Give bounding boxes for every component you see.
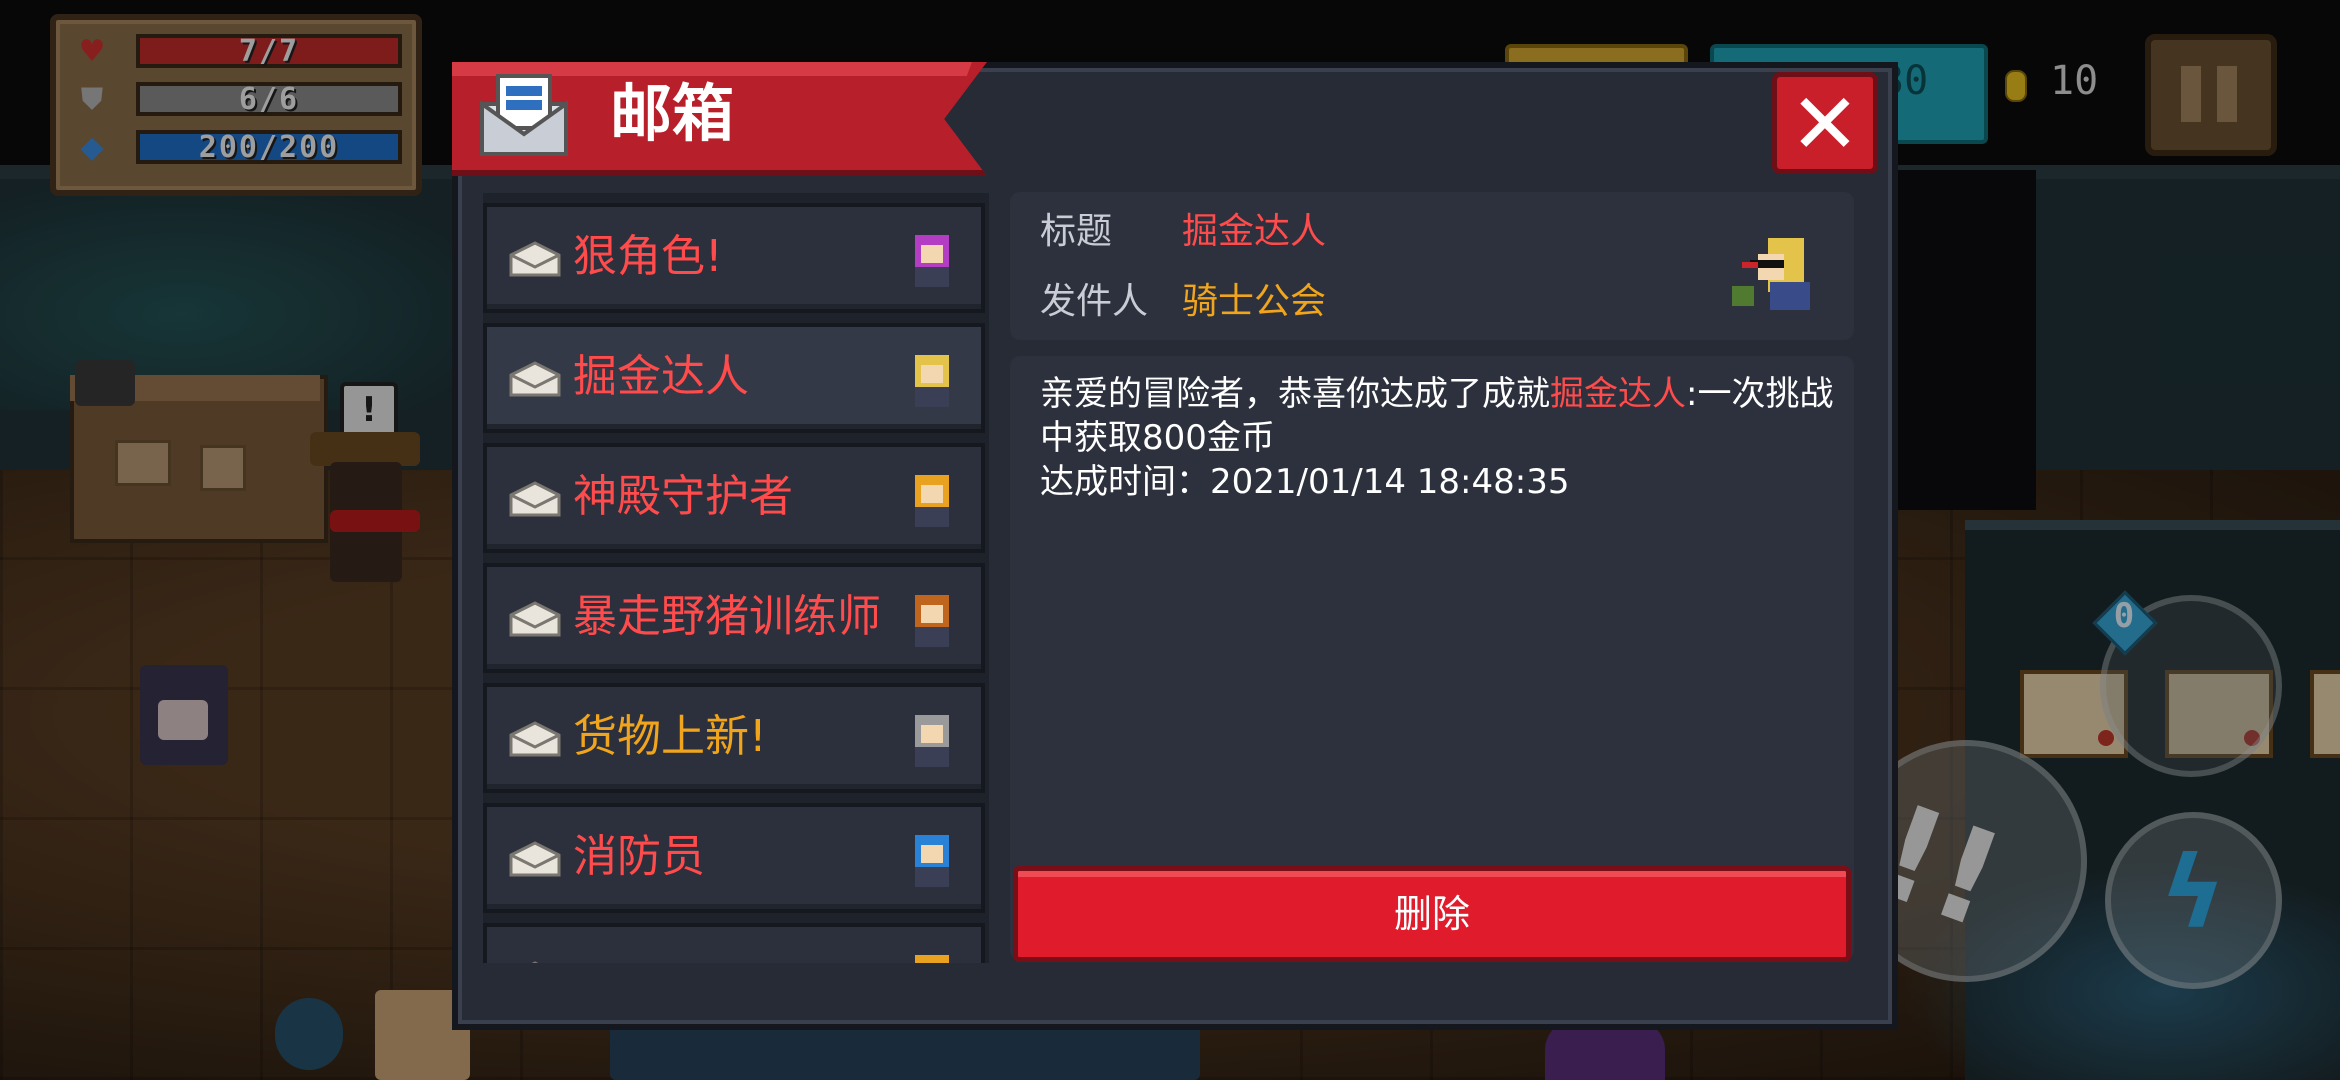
opened-envelope-icon [509, 481, 561, 517]
achievement-avatar-icon [915, 475, 949, 527]
mail-title: 消防员 [573, 831, 705, 882]
opened-envelope-icon [509, 241, 561, 277]
mail-list-item[interactable] [483, 923, 985, 963]
mail-list-item[interactable]: 掘金达人 [483, 323, 985, 433]
opened-envelope-icon [509, 841, 561, 877]
mail-title: 货物上新! [573, 711, 767, 762]
mail-list[interactable]: 狠角色! 掘金达人神殿守护者暴走野猪训练师 货物上新! 消防员 [483, 193, 989, 963]
delete-button[interactable]: 删除 [1013, 866, 1851, 962]
mail-body: 亲爱的冒险者，恭喜你达成了成就掘金达人:一次挑战中获取800金币 达成时间：20… [1040, 372, 1840, 504]
achievement-avatar-icon [915, 955, 949, 963]
achieved-time: 达成时间：2021/01/14 18:48:35 [1040, 462, 1570, 502]
sender-label: 发件人 [1040, 281, 1149, 322]
achievement-avatar-icon [915, 835, 949, 887]
subject-label: 标题 [1040, 211, 1113, 252]
body-achievement: 掘金达人 [1550, 374, 1686, 414]
achievement-avatar-icon [915, 235, 949, 287]
mail-icon [480, 74, 568, 156]
achievement-avatar-icon [915, 595, 949, 647]
body-prefix: 亲爱的冒险者，恭喜你达成了成就 [1040, 374, 1550, 414]
opened-envelope-icon [531, 961, 539, 963]
mail-title: 狠角色! [573, 231, 723, 282]
subject-value: 掘金达人 [1182, 211, 1327, 252]
mailbox-title: 邮箱 [610, 77, 735, 150]
mail-list-item[interactable]: 神殿守护者 [483, 443, 985, 553]
sender-value: 骑士公会 [1182, 281, 1327, 322]
opened-envelope-icon [509, 361, 561, 397]
mail-list-item[interactable]: 消防员 [483, 803, 985, 913]
mail-list-item[interactable]: 狠角色! [483, 203, 985, 313]
mail-title: 掘金达人 [573, 351, 749, 402]
mail-list-item[interactable]: 货物上新! [483, 683, 985, 793]
delete-label: 删除 [1393, 892, 1470, 936]
mail-title: 暴走野猪训练师 [573, 591, 881, 642]
opened-envelope-icon [509, 601, 561, 637]
sender-avatar [1732, 238, 1810, 310]
achievement-avatar-icon [915, 355, 949, 407]
close-icon: ✕ [1789, 75, 1861, 173]
mail-title: 神殿守护者 [573, 471, 793, 522]
opened-envelope-icon [509, 721, 561, 757]
close-button[interactable]: ✕ [1772, 72, 1878, 174]
achievement-avatar-icon [915, 715, 949, 767]
mail-list-item[interactable]: 暴走野猪训练师 [483, 563, 985, 673]
